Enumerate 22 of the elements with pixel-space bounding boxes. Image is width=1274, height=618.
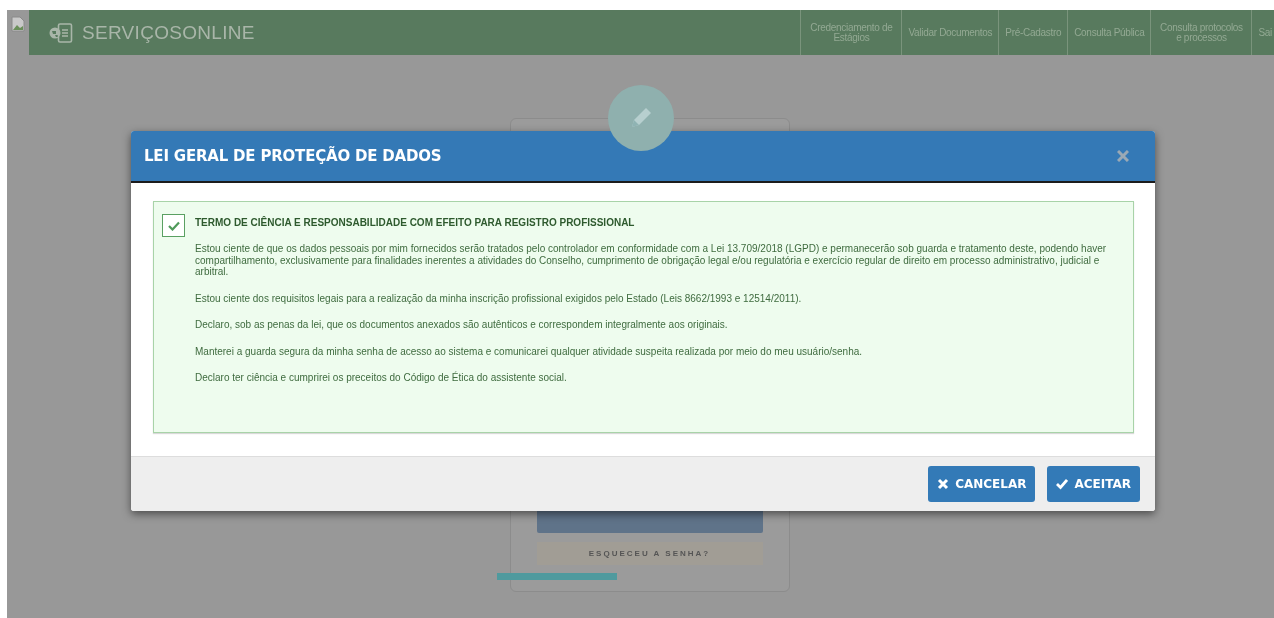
term-paragraph: Declaro, sob as penas da lei, que os documentos anexados são autênticos e correspondem integralmente aos originais. <box>195 319 729 331</box>
broken-image-icon <box>11 16 25 32</box>
term-paragraph: Estou ciente dos requisitos legais para a realização da minha inscrição profissional exigidos pelo Estado (Leis 8662/1993 e 12514/2011). <box>195 292 803 304</box>
dialog-title: LEI GERAL DE PROTEÇÃO DE DADOS <box>144 147 442 165</box>
term-paragraph: Declaro ter ciência e cumprirei os preceitos do Código de Ética do assistente social. <box>195 372 568 384</box>
cancel-button[interactable]: CANCELAR <box>928 466 1036 502</box>
close-icon <box>1117 150 1129 162</box>
nav-link[interactable]: Consulta Pública <box>1067 10 1151 55</box>
checkbox[interactable] <box>162 214 185 237</box>
term-paragraph: Manterei a guarda segura da minha senha de acesso ao sistema e comunicarei qualquer atividade suspeita realizada por meio do meu usuário/senha. <box>195 345 864 357</box>
term-paragraph: Estou ciente de que os dados pessoais por mim fornecidos serão tratados pelo controlador em conformidade com a Lei 13.709/2018 (LGPD) e permanecerão sob guarda e tratamento deste, podendo haver compartilhamento, exclusivamente para finalidades inerentes a atividades do Conselho, cumprimento de obrigação legal e/ou regulatória e exercício regular de direito em processo administrativo, judicial e arbitral. <box>195 243 1108 278</box>
nav-link[interactable]: Pré-Cadastro <box>998 10 1068 55</box>
x-icon <box>937 478 950 490</box>
check-icon <box>167 220 180 231</box>
close-button[interactable] <box>1115 148 1131 164</box>
term-title: TERMO DE CIÊNCIA E RESPONSABILIDADE COM EFEITO PARA REGISTRO PROFISSIONAL <box>195 217 636 228</box>
logo-text: SERVIÇOSONLINE <box>82 21 255 44</box>
accept-button[interactable]: ACEITAR <box>1047 466 1140 502</box>
forgot-password-link[interactable]: ESQUECEU A SENHA? <box>536 542 763 565</box>
document-globe-icon <box>49 21 73 44</box>
nav-link[interactable]: Validar Documentos <box>901 10 999 55</box>
check-icon <box>1056 478 1069 490</box>
